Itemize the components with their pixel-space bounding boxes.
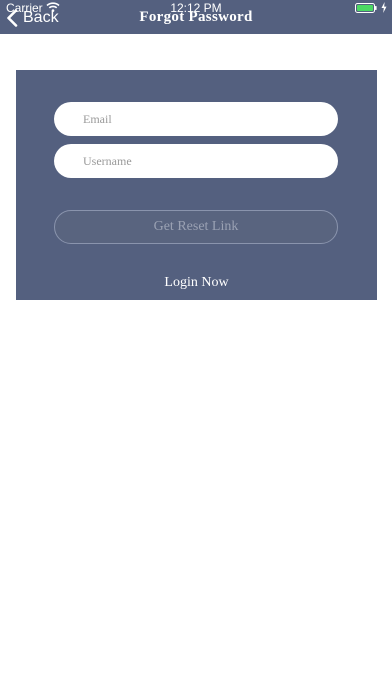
top-bar: Carrier 12:12 PM Back Forgot Password bbox=[0, 0, 392, 34]
get-reset-link-button[interactable]: Get Reset Link bbox=[54, 210, 338, 244]
username-field[interactable] bbox=[54, 144, 338, 178]
forgot-password-screen: Carrier 12:12 PM Back Forgot Password Ge… bbox=[0, 0, 392, 696]
email-field[interactable] bbox=[54, 102, 338, 136]
login-now-link[interactable]: Login Now bbox=[16, 275, 377, 291]
forgot-password-form: Get Reset Link Login Now bbox=[16, 70, 377, 300]
page-title: Forgot Password bbox=[139, 9, 253, 25]
